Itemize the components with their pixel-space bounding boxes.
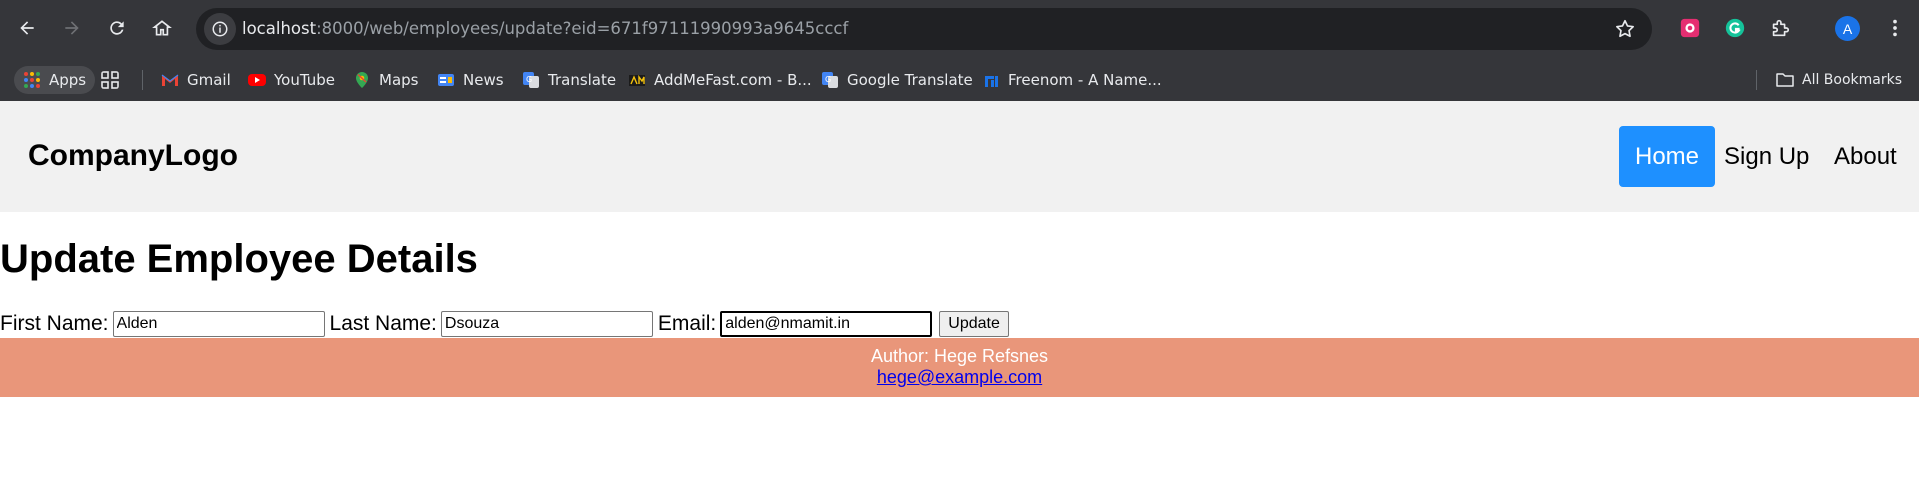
freenom-icon bbox=[985, 76, 998, 87]
bookmark-label: Maps bbox=[379, 71, 419, 89]
arrow-right-icon bbox=[65, 21, 79, 35]
nav-sign-up[interactable]: Sign Up bbox=[1708, 126, 1825, 187]
update-button[interactable]: Update bbox=[939, 311, 1009, 337]
svg-text:G: G bbox=[825, 75, 831, 84]
info-icon bbox=[212, 21, 228, 37]
url-host: localhost bbox=[242, 19, 317, 38]
bookmark-label: Apps bbox=[49, 71, 87, 89]
site-header: CompanyLogo Home Sign Up About bbox=[0, 101, 1919, 212]
arrow-left-icon bbox=[20, 21, 34, 35]
google-translate-icon: G bbox=[523, 72, 539, 88]
site-info-button[interactable] bbox=[204, 13, 236, 45]
google-translate-icon: G bbox=[822, 72, 838, 88]
browser-toolbar: localhost:8000/web/employees/update?eid=… bbox=[0, 0, 1919, 58]
page-title: Update Employee Details bbox=[0, 237, 478, 281]
bookmark-maps[interactable]: Maps bbox=[353, 66, 418, 94]
nav-about[interactable]: About bbox=[1818, 126, 1913, 187]
youtube-icon bbox=[248, 74, 266, 86]
url-path: :8000/web/employees/update?eid=671f97111… bbox=[316, 19, 849, 38]
last-name-label: Last Name: bbox=[329, 312, 437, 335]
address-bar[interactable]: localhost:8000/web/employees/update?eid=… bbox=[196, 8, 1652, 50]
all-bookmarks-label: All Bookmarks bbox=[1802, 72, 1903, 88]
bookmark-apps[interactable]: Apps bbox=[14, 66, 96, 94]
grammarly-icon[interactable] bbox=[1723, 16, 1747, 40]
back-button[interactable] bbox=[11, 12, 43, 44]
bookmark-label: AddMeFast.com - B... bbox=[654, 71, 812, 89]
first-name-label: First Name: bbox=[0, 312, 109, 335]
update-employee-form: First Name: Last Name: Email: Update bbox=[0, 310, 1009, 338]
footer-author: Author: Hege Refsnes bbox=[870, 346, 1049, 366]
reload-icon bbox=[110, 21, 124, 35]
tab-groups-icon bbox=[101, 71, 119, 89]
addmefast-icon bbox=[629, 74, 645, 86]
gmail-icon bbox=[161, 74, 179, 86]
google-news-icon bbox=[438, 74, 454, 86]
bookmarks-divider bbox=[142, 70, 143, 90]
home-icon bbox=[152, 20, 172, 36]
url-text[interactable]: localhost:8000/web/employees/update?eid=… bbox=[242, 19, 848, 38]
reload-button[interactable] bbox=[101, 12, 133, 44]
bookmark-google-translate[interactable]: G Google Translate bbox=[821, 66, 973, 94]
bookmark-youtube[interactable]: YouTube bbox=[248, 66, 335, 94]
bookmark-label: Freenom - A Name... bbox=[1008, 71, 1162, 89]
bookmark-label: Translate bbox=[548, 71, 617, 89]
first-name-input[interactable] bbox=[112, 311, 325, 337]
extensions-puzzle-icon[interactable] bbox=[1768, 16, 1792, 40]
bookmark-addmefast[interactable]: AddMeFast.com - B... bbox=[628, 66, 812, 94]
bookmarks-bar: Apps Gmail YouTube Maps News G Translate bbox=[0, 58, 1919, 101]
bookmarks-divider bbox=[1756, 70, 1757, 90]
svg-text:G: G bbox=[526, 75, 532, 84]
all-bookmarks-button[interactable]: All Bookmarks bbox=[1776, 66, 1902, 94]
extension-e-icon[interactable] bbox=[1678, 16, 1702, 40]
tab-groups-button[interactable] bbox=[101, 66, 119, 94]
bookmark-label: Google Translate bbox=[847, 71, 973, 89]
folder-icon bbox=[1776, 73, 1794, 87]
bookmark-gmail[interactable]: Gmail bbox=[161, 66, 231, 94]
bookmark-label: News bbox=[463, 71, 504, 89]
bookmark-news[interactable]: News bbox=[437, 66, 504, 94]
footer-email-link[interactable]: hege@example.com bbox=[877, 367, 1042, 387]
forward-button[interactable] bbox=[56, 12, 88, 44]
browser-chrome: localhost:8000/web/employees/update?eid=… bbox=[0, 0, 1919, 101]
home-button[interactable] bbox=[146, 12, 178, 44]
apps-grid-icon bbox=[24, 72, 40, 88]
bookmark-star-icon[interactable] bbox=[1614, 18, 1636, 40]
bookmark-label: YouTube bbox=[274, 71, 335, 89]
browser-menu-icon[interactable] bbox=[1883, 16, 1907, 40]
last-name-input[interactable] bbox=[440, 311, 653, 337]
bookmark-freenom[interactable]: Freenom - A Name... bbox=[982, 66, 1162, 94]
nav-home[interactable]: Home bbox=[1619, 126, 1716, 187]
profile-avatar[interactable]: A bbox=[1835, 16, 1860, 41]
email-label: Email: bbox=[657, 312, 717, 335]
company-logo[interactable]: CompanyLogo bbox=[28, 139, 238, 173]
email-input[interactable] bbox=[720, 311, 933, 337]
bookmark-label: Gmail bbox=[187, 71, 231, 89]
site-footer: Author: Hege Refsnes hege@example.com bbox=[0, 338, 1919, 397]
bookmark-translate[interactable]: G Translate bbox=[522, 66, 616, 94]
maps-pin-icon bbox=[356, 72, 368, 88]
